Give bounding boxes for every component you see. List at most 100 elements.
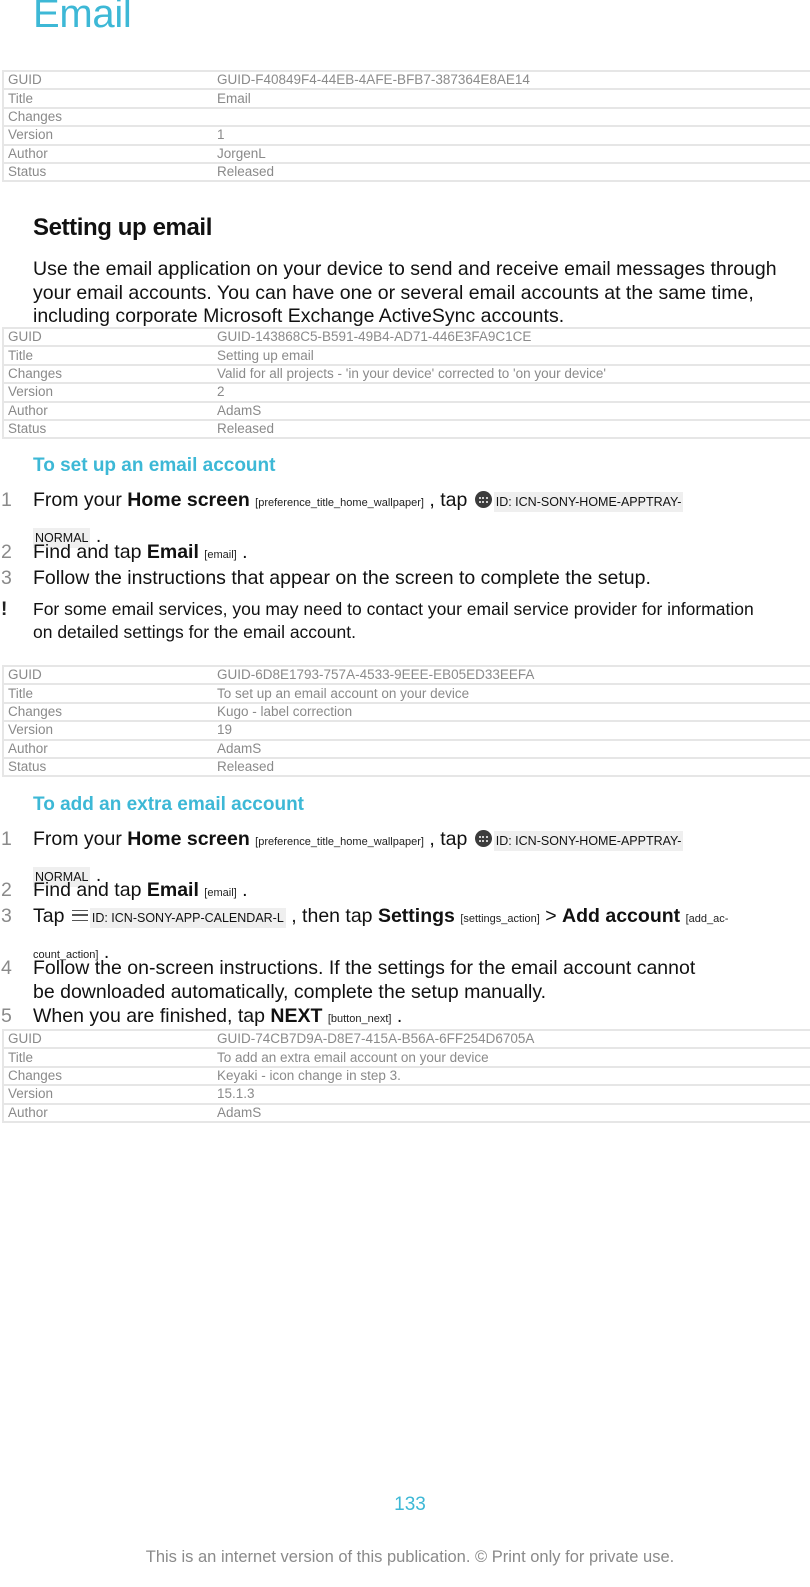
table-value: GUID-143868C5-B591-49B4-AD71-446E3FA9C1C… [213, 328, 810, 348]
table-key: Title [3, 346, 213, 366]
step-text: . [391, 1005, 403, 1027]
step-text: , tap [423, 489, 473, 511]
table-row: GUID GUID-F40849F4-44EB-4AFE-BFB7-387364E… [3, 71, 810, 91]
table-row: Title Setting up email [3, 346, 810, 366]
table-row: Title To add an extra email account on yo… [3, 1048, 810, 1068]
step-text: Tap [33, 905, 70, 927]
setup-heading: To set up an email account [33, 455, 276, 476]
table-row: Author AdamS [3, 1103, 810, 1123]
table-row: GUID GUID-143868C5-B591-49B4-AD71-446E3FA… [3, 328, 810, 348]
section-heading: Setting up email [33, 214, 212, 241]
settings-label: Settings [377, 905, 455, 927]
table-value: GUID-F40849F4-44EB-4AFE-BFB7-387364E8AE1… [213, 71, 810, 91]
table-key: Author [3, 144, 213, 164]
page-title: Email [33, 0, 132, 36]
table-row: Changes Kugo - label correction [3, 702, 810, 723]
email-label: Email [146, 541, 199, 563]
table-value: GUID-6D8E1793-757A-4533-9EEE-EB05ED33EEF… [213, 666, 810, 686]
table-value: Released [213, 419, 810, 440]
app-tray-icon [474, 830, 492, 847]
icon-id-label: ID: ICN-SONY-HOME-APPTRAY- [493, 831, 684, 851]
table-key: GUID [3, 1030, 213, 1050]
string-tag: [settings_action] [460, 913, 540, 925]
table-key: Title [3, 89, 213, 109]
string-tag: [preference_title_home_wallpaper] [255, 836, 424, 848]
table-row: Status Released [3, 419, 810, 440]
table-value: 19 [213, 721, 810, 741]
email-label: Email [146, 879, 199, 901]
table-key: Changes [3, 702, 213, 723]
step-number: 1 [1, 828, 12, 850]
add-account-label: Add account [562, 905, 681, 927]
note-text: on detailed settings for the email accou… [33, 622, 356, 642]
table-value: Kugo - label correction [213, 702, 810, 723]
footer-notice: This is an internet version of this publ… [145, 1548, 675, 1566]
string-tag: [email] [204, 549, 237, 561]
table-row: GUID GUID-6D8E1793-757A-4533-9EEE-EB05ED3… [3, 666, 810, 686]
table-row: Changes [3, 107, 810, 128]
app-tray-icon [474, 491, 492, 508]
table-value: AdamS [213, 1103, 810, 1123]
table-value: Released [213, 162, 810, 183]
menu-icon [71, 910, 88, 921]
table-key: Version [3, 721, 213, 741]
step-text: be downloaded automatically, complete th… [33, 980, 547, 1003]
step-text: > [539, 905, 563, 927]
step-text: From your [33, 828, 128, 850]
string-tag: [add_ac- [685, 913, 729, 925]
step-text: When you are finished, tap [33, 1005, 271, 1027]
step-text: . [236, 541, 248, 563]
table-value: 1 [213, 126, 810, 146]
table-key: Version [3, 383, 213, 403]
table-row: Status Released [3, 162, 810, 183]
table-row: Author AdamS [3, 739, 810, 759]
table-key: Changes [3, 107, 213, 128]
table-key: Version [3, 1085, 213, 1105]
table-key: Author [3, 1103, 213, 1123]
step-text: Find and tap [33, 879, 147, 901]
table-key: Changes [3, 1066, 213, 1087]
table-row: Status Released [3, 757, 810, 778]
table-key: Title [3, 684, 213, 704]
icon-id-label: ID: ICN-SONY-HOME-APPTRAY- [493, 492, 684, 512]
extra-heading: To add an extra email account [33, 794, 305, 815]
step-number: 3 [1, 567, 12, 589]
home-screen-label: Home screen [127, 489, 250, 511]
metadata-table-setup-account: GUID GUID-6D8E1793-757A-4533-9EEE-EB05ED3… [2, 665, 810, 778]
step-text: Find and tap [33, 541, 147, 563]
step-text: Follow the on-screen instructions. If th… [33, 957, 696, 979]
next-label: NEXT [270, 1005, 323, 1027]
table-value [213, 107, 810, 128]
table-value: To set up an email account on your devic… [213, 684, 810, 704]
page-number: 133 [394, 1494, 426, 1515]
table-row: Author JorgenL [3, 144, 810, 164]
step-text: , then tap [285, 905, 378, 927]
table-key: Status [3, 162, 213, 183]
table-value: JorgenL [213, 144, 810, 164]
table-value: Setting up email [213, 346, 810, 366]
section-paragraph: Use the email application on your device… [33, 258, 777, 327]
table-row: Title To set up an email account on your … [3, 684, 810, 704]
table-key: Changes [3, 364, 213, 385]
icon-id-label: ID: ICN-SONY-APP-CALENDAR-L [89, 908, 286, 928]
table-value: AdamS [213, 739, 810, 759]
table-value: Keyaki - icon change in step 3. [213, 1066, 810, 1087]
table-key: Author [3, 401, 213, 421]
metadata-table-setting-up: GUID GUID-143868C5-B591-49B4-AD71-446E3FA… [2, 327, 810, 440]
step-number: 4 [1, 957, 12, 979]
step-number: 2 [1, 541, 12, 563]
table-row: Version 1 [3, 126, 810, 146]
table-key: GUID [3, 666, 213, 686]
metadata-table-extra-account: GUID GUID-74CB7D9A-D8E7-415A-B56A-6FF254D… [2, 1029, 810, 1123]
table-row: Author AdamS [3, 401, 810, 421]
step-text: . [236, 879, 248, 901]
table-row: Title Email [3, 89, 810, 109]
table-value: Email [213, 89, 810, 109]
table-key: Author [3, 739, 213, 759]
table-value: GUID-74CB7D9A-D8E7-415A-B56A-6FF254D6705… [213, 1030, 810, 1050]
table-value: Released [213, 757, 810, 778]
table-row: Version 19 [3, 721, 810, 741]
table-value: Valid for all projects - 'in your device… [213, 364, 810, 385]
step-number: 5 [1, 1005, 12, 1027]
step-text: From your [33, 489, 128, 511]
